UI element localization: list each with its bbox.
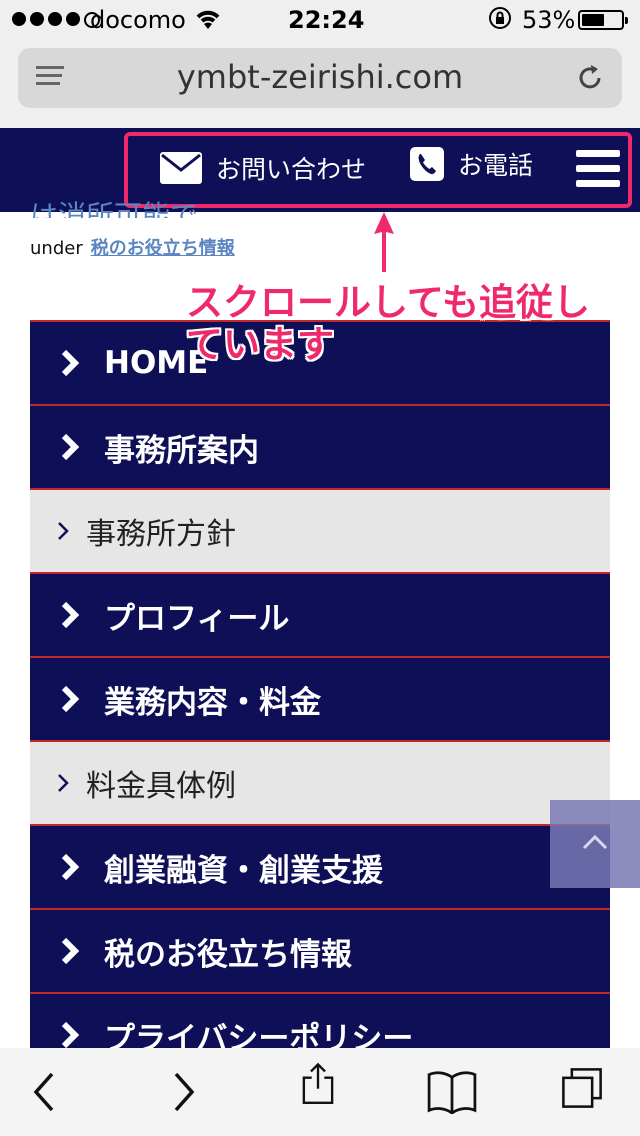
nav-item-tax-tips[interactable]: 税のお役立ち情報 bbox=[30, 908, 610, 992]
chevron-right-icon bbox=[58, 774, 69, 792]
chevron-right-icon bbox=[61, 433, 80, 461]
browser-bottom-toolbar bbox=[0, 1048, 640, 1136]
breadcrumb: under 税のお役立ち情報 bbox=[30, 234, 235, 260]
chevron-right-icon bbox=[61, 853, 80, 881]
nav-menu: HOME 事務所案内 事務所方針 プロフィール 業務内容・料金 料金具体例 創業… bbox=[30, 320, 610, 1076]
chevron-right-icon bbox=[61, 601, 80, 629]
bookmarks-icon[interactable] bbox=[424, 1070, 480, 1114]
chevron-right-icon bbox=[58, 522, 69, 540]
address-bar[interactable]: ymbt-zeirishi.com bbox=[18, 48, 622, 108]
carrier-name: docomo bbox=[90, 6, 186, 34]
nav-item-label: 事務所方針 bbox=[86, 517, 236, 552]
status-bar: docomo 22:24 53% bbox=[0, 0, 640, 40]
nav-item-profile[interactable]: プロフィール bbox=[30, 572, 610, 656]
back-to-top-button[interactable] bbox=[550, 800, 640, 888]
nav-item-office-guide[interactable]: 事務所案内 bbox=[30, 404, 610, 488]
back-arrow-icon[interactable] bbox=[30, 1070, 58, 1114]
partial-content-text: は消所可能で bbox=[30, 199, 199, 218]
annotation-text: スクロールしても追従しています bbox=[186, 281, 591, 366]
chevron-right-icon bbox=[61, 685, 80, 713]
nav-item-label: 業務内容・料金 bbox=[104, 684, 321, 721]
nav-item-label: 事務所案内 bbox=[104, 432, 259, 469]
signal-strength-icon bbox=[12, 12, 100, 28]
nav-item-label: プロフィール bbox=[104, 600, 290, 637]
reload-icon[interactable] bbox=[574, 62, 606, 94]
nav-item-label: 税のお役立ち情報 bbox=[104, 936, 352, 973]
forward-arrow-icon[interactable] bbox=[170, 1070, 198, 1114]
nav-item-services-fees[interactable]: 業務内容・料金 bbox=[30, 656, 610, 740]
nav-item-label: 料金具体例 bbox=[86, 769, 236, 804]
nav-subitem-fee-examples[interactable]: 料金具体例 bbox=[30, 740, 610, 824]
wifi-icon bbox=[196, 10, 220, 29]
chevron-right-icon bbox=[61, 1021, 80, 1049]
nav-item-label: 創業融資・創業支援 bbox=[104, 852, 383, 889]
chevron-right-icon bbox=[61, 349, 80, 377]
annotation-arrow-icon bbox=[374, 212, 394, 272]
breadcrumb-prefix: under bbox=[30, 238, 83, 259]
tabs-icon[interactable] bbox=[556, 1066, 608, 1110]
nav-item-startup-support[interactable]: 創業融資・創業支援 bbox=[30, 824, 610, 908]
share-icon[interactable] bbox=[296, 1062, 340, 1106]
browser-top-bar: ymbt-zeirishi.com bbox=[0, 40, 640, 128]
battery-icon bbox=[578, 10, 628, 30]
url-text[interactable]: ymbt-zeirishi.com bbox=[18, 58, 622, 96]
battery-percent: 53% bbox=[522, 6, 576, 34]
clock-time: 22:24 bbox=[288, 6, 365, 34]
breadcrumb-link[interactable]: 税のお役立ち情報 bbox=[91, 238, 235, 259]
chevron-right-icon bbox=[61, 937, 80, 965]
chevron-up-icon bbox=[582, 834, 608, 850]
rotation-lock-icon bbox=[489, 7, 511, 29]
nav-subitem-office-policy[interactable]: 事務所方針 bbox=[30, 488, 610, 572]
